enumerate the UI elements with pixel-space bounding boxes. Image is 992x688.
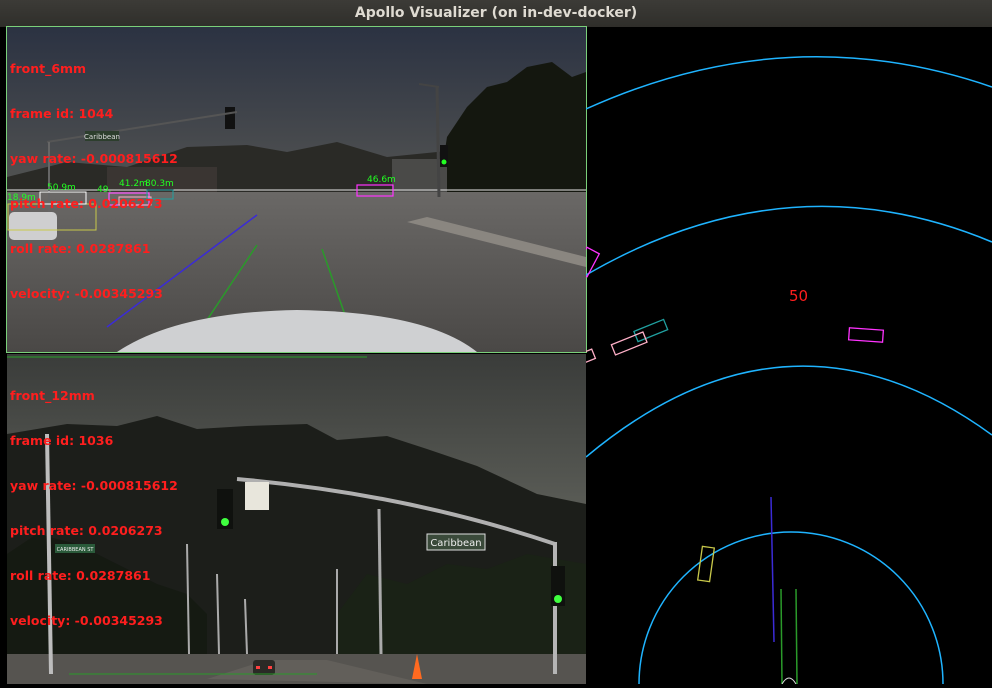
yaw-rate: yaw rate: -0.000815612 <box>10 478 178 493</box>
frame-id: frame id: 1036 <box>10 433 114 448</box>
distance-label: 46.6m <box>367 175 396 185</box>
front-6mm-camera-view: Caribbean 18.9m 50.9m 49. 41.2m 80.3m 46… <box>6 26 587 353</box>
frame-id: frame id: 1044 <box>10 106 114 121</box>
obstacle-box <box>573 246 601 278</box>
obstacle-box <box>633 318 669 343</box>
roll-rate: roll rate: 0.0287861 <box>10 241 151 256</box>
front-12mm-camera-view: Caribbean CARIBBEAN ST front_12mm frame … <box>7 354 586 684</box>
range-ring <box>585 205 992 276</box>
pitch-rate: pitch rate: 0.0206273 <box>10 196 163 211</box>
obstacle-box <box>610 331 648 356</box>
yaw-rate: yaw rate: -0.000815612 <box>10 151 178 166</box>
camera-name: front_12mm <box>10 388 95 403</box>
front-12mm-info-overlay: front_12mm frame id: 1036 yaw rate: -0.0… <box>10 358 178 658</box>
pitch-rate: pitch rate: 0.0206273 <box>10 523 163 538</box>
roll-rate: roll rate: 0.0287861 <box>10 568 151 583</box>
window-titlebar[interactable]: Apollo Visualizer (on in-dev-docker) <box>0 0 992 27</box>
bev-scene <box>573 56 992 685</box>
velocity: velocity: -0.00345293 <box>10 613 163 628</box>
range-ring <box>585 365 992 458</box>
ego-vehicle <box>781 677 797 685</box>
velocity: velocity: -0.00345293 <box>10 286 163 301</box>
front-6mm-info-overlay: front_6mm frame id: 1044 yaw rate: -0.00… <box>10 31 178 331</box>
street-sign-text: Caribbean <box>430 538 481 549</box>
window-title: Apollo Visualizer (on in-dev-docker) <box>354 5 638 21</box>
birds-eye-view-panel: 50 <box>573 27 992 685</box>
visualizer-canvas: Caribbean 18.9m 50.9m 49. 41.2m 80.3m 46… <box>0 26 992 685</box>
bev-lane-line <box>770 496 775 643</box>
range-ring <box>638 531 944 685</box>
obstacle-box <box>696 545 716 583</box>
obstacle-box <box>847 327 885 343</box>
bev-lane-line <box>780 588 783 685</box>
bev-lane-line <box>795 588 798 685</box>
obstacle-box <box>579 348 597 364</box>
range-label: 50 <box>789 287 809 305</box>
range-ring <box>585 56 992 110</box>
camera-name: front_6mm <box>10 61 87 76</box>
